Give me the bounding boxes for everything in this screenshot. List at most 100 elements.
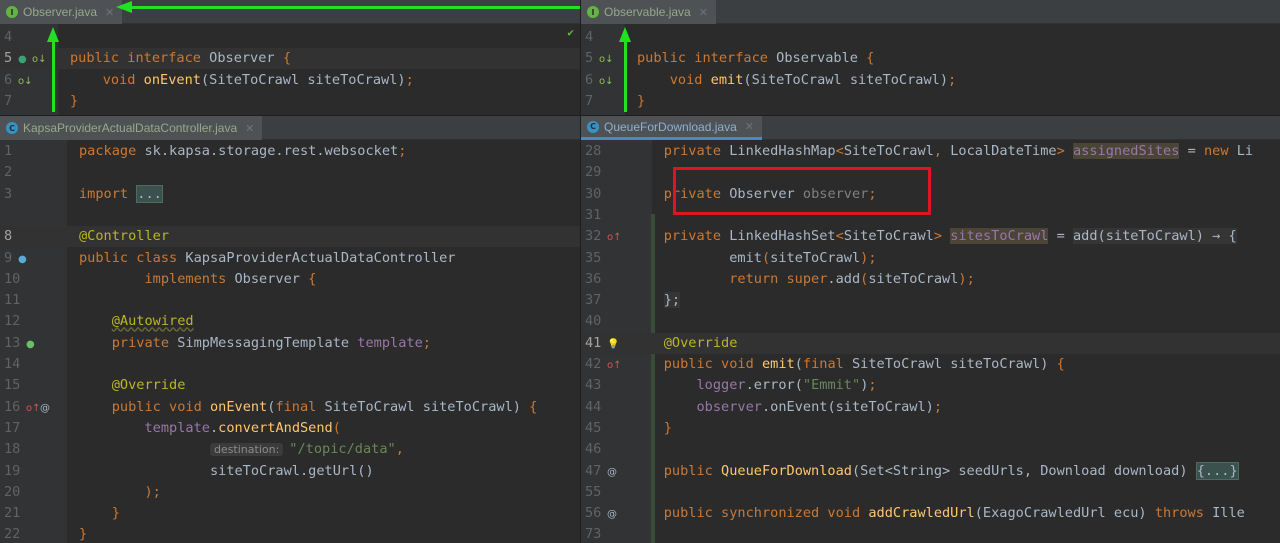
line-number: 45 [585,419,602,436]
code-text: public interface Observable { [637,48,874,69]
code-line[interactable]: 22} [0,524,580,543]
code-line[interactable]: 7} [581,91,1280,112]
tab-label: KapsaProviderActualDataController.java [23,121,238,135]
code-token: void [70,71,144,88]
code-line[interactable]: 40 [581,311,1280,332]
line-number: 14 [4,356,21,372]
code-line[interactable]: 15 @Override [0,375,580,396]
line-number: 29 [585,164,602,181]
code-line[interactable]: 56 @ public synchronized void addCrawledU… [581,503,1280,524]
code-text: return super.add(siteToCrawl); [631,269,975,290]
line-number: 20 [4,483,21,500]
line-number: 7 [4,92,13,109]
folded-code[interactable]: ... [136,184,163,203]
code-line[interactable]: 6 o↓ void onEvent(SiteToCrawl siteToCrawl… [0,70,580,91]
code-line[interactable]: 1 package sk.kapsa.storage.rest.websocket… [0,141,580,162]
tab-observer-java[interactable]: I Observer.java ✕ [0,0,123,24]
code-line[interactable]: 13 ● private SimpMessagingTemplate templa… [0,333,580,354]
code-line[interactable] [0,205,580,226]
code-line[interactable]: 18 destination: "/topic/data", [0,439,580,460]
code-line[interactable]: 46 [581,439,1280,460]
code-token: KapsaProviderActualDataController [185,249,456,266]
code-text: @Override [631,333,738,354]
override-down-icon[interactable]: o↓ [18,71,33,92]
close-icon[interactable]: ✕ [245,122,254,135]
code-token: , [933,143,951,159]
override-down-icon[interactable]: o↓ [599,49,614,70]
spring-bean-icon[interactable]: ● [18,249,27,270]
code-line[interactable]: 21 } [0,503,580,524]
code-token: LinkedHashMap [729,143,836,159]
code-line[interactable]: 9 ● public class KapsaProviderActualDataCo… [0,248,580,269]
override-up-icon[interactable]: o↑ [607,355,622,376]
line-number: 47 [585,462,602,479]
override-down-icon[interactable]: o↓ [599,71,614,92]
interface-icon: I [587,6,599,18]
code-line[interactable]: 10 implements Observer { [0,269,580,290]
code-token: ; [933,398,943,415]
vertical-splitter[interactable] [580,0,581,543]
code-line[interactable]: 55 [581,482,1280,503]
code-line[interactable]: 11 [0,290,580,311]
override-down-icon[interactable]: o↓ [32,49,47,70]
code-line[interactable]: 47 @ public QueueForDownload(Set<String> … [581,461,1280,482]
code-token: final [802,356,852,372]
code-token: .onEvent(siteToCrawl) [761,398,934,415]
code-line[interactable]: 20 ); [0,482,580,503]
code-token: , [395,441,404,458]
code-line[interactable]: 43 logger.error("Emmit"); [581,375,1280,396]
code-line[interactable]: 32 o↑ private LinkedHashSet<SiteToCrawl> … [581,226,1280,247]
implemented-icon[interactable]: ● [18,49,27,70]
folded-code[interactable]: {...} [1195,461,1239,480]
code-token: } [79,505,120,522]
tab-kapsaprovideractualdatacontroller-java[interactable]: C KapsaProviderActualDataController.java ✕ [0,116,263,140]
code-line[interactable]: 5 o↓ public interface Observable { [581,48,1280,69]
close-icon[interactable]: ✕ [699,6,708,19]
at-icon[interactable]: @ [607,462,617,483]
override-up-icon[interactable]: o↑ [26,398,41,419]
code-line[interactable]: 7} [0,91,580,112]
close-icon[interactable]: ✕ [745,120,754,133]
at-icon[interactable]: @ [40,398,50,419]
code-line[interactable]: 35 emit(siteToCrawl); [581,248,1280,269]
autowired-icon[interactable]: ● [26,334,35,355]
tab-queuefordownload-java[interactable]: C QueueForDownload.java ✕ [581,116,762,140]
code-line[interactable]: 5 ● o↓ public interface Observer { [0,48,580,70]
tab-observable-java[interactable]: I Observable.java ✕ [581,0,716,24]
code-line[interactable]: 19 siteToCrawl.getUrl() [0,461,580,482]
bulb-icon[interactable]: 💡 [607,334,619,355]
code-token: new [1203,143,1237,159]
code-line[interactable]: 2 [0,162,580,183]
code-line[interactable]: 42 o↑ public void emit(final SiteToCrawl … [581,354,1280,375]
code-line[interactable]: 4 [581,27,1280,48]
code-line[interactable]: 36 return super.add(siteToCrawl); [581,269,1280,290]
code-line[interactable]: 28 private LinkedHashMap<SiteToCrawl, Lo… [581,141,1280,162]
code-line[interactable]: 6 o↓ void emit(SiteToCrawl siteToCrawl); [581,70,1280,91]
code-line[interactable]: 16 o↑ @ public void onEvent(final SiteToCr… [0,397,580,418]
code-line[interactable]: 17 template.convertAndSend( [0,418,580,439]
horizontal-splitter[interactable] [0,115,1280,116]
code-line[interactable]: 14 [0,354,580,375]
code-line[interactable]: 12 @Autowired [0,311,580,332]
line-number: 16 [4,398,21,415]
override-up-icon[interactable]: o↑ [607,227,622,248]
code-line[interactable]: 37 }; [581,290,1280,311]
code-token: throws [1154,505,1213,522]
line-number: 13 [4,334,21,351]
line-number: 15 [4,377,21,394]
code-line[interactable]: 41 💡 @Override [581,332,1280,355]
code-line[interactable]: 4 [0,27,580,48]
code-token: return super [631,270,828,287]
code-line[interactable]: 73 [581,524,1280,543]
tab-bar: I Observable.java ✕ [581,0,1280,24]
code-line[interactable]: 45 } [581,418,1280,439]
code-line[interactable]: 8 @Controller [0,226,580,248]
code-token: Observable [776,50,867,67]
at-icon[interactable]: @ [607,504,617,525]
code-line[interactable]: 44 observer.onEvent(siteToCrawl); [581,397,1280,418]
code-line[interactable]: 3 import ... [0,184,580,205]
close-icon[interactable]: ✕ [105,6,114,19]
